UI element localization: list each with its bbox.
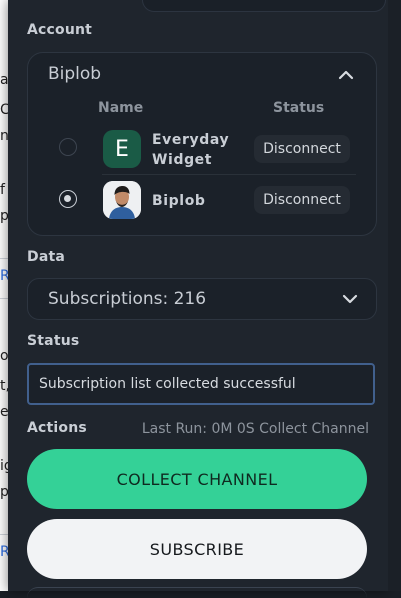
account-section-label: Account: [27, 22, 93, 38]
account-row: E Everyday Widget Disconnect: [52, 125, 356, 173]
subscribe-button[interactable]: SUBSCRIBE: [27, 519, 367, 579]
account-row: Biplob Disconnect: [52, 177, 356, 225]
avatar-photo: [103, 181, 141, 219]
account-radio-everyday-widget[interactable]: [59, 138, 77, 156]
collect-channel-button[interactable]: COLLECT CHANNEL: [27, 449, 367, 509]
disconnect-button[interactable]: Disconnect: [254, 135, 350, 163]
status-section-label: Status: [27, 333, 80, 349]
column-header-name: Name: [98, 100, 144, 116]
background-text: f: [0, 182, 5, 198]
status-input[interactable]: [27, 363, 375, 405]
account-radio-biplob[interactable]: [59, 190, 77, 208]
profile-photo-icon: [103, 181, 141, 219]
chevron-up-icon: [338, 70, 354, 80]
account-name: Everyday Widget: [152, 132, 230, 168]
subscriptions-select[interactable]: Subscriptions: 216: [27, 278, 377, 320]
scrollbar[interactable]: [388, 0, 401, 591]
last-run-text: Last Run: 0M 0S Collect Channel: [141, 421, 369, 437]
row-divider: [102, 174, 356, 175]
account-title: Biplob: [48, 64, 102, 84]
chevron-down-icon: [342, 294, 358, 304]
avatar: E: [103, 130, 141, 168]
collapse-button[interactable]: [334, 65, 358, 85]
data-section-label: Data: [27, 249, 66, 265]
actions-section-label: Actions: [27, 420, 87, 436]
column-header-status: Status: [273, 100, 325, 116]
select-value: Subscriptions: 216: [48, 289, 207, 309]
extension-panel: Account Biplob Name Status E Everyday Wi…: [8, 0, 388, 591]
account-card: Biplob Name Status E Everyday Widget Dis…: [27, 52, 377, 236]
account-name: Biplob: [152, 193, 206, 209]
top-dropdown-partial[interactable]: [142, 0, 386, 12]
next-button-partial[interactable]: [27, 587, 367, 598]
avatar-letter: E: [115, 136, 129, 162]
disconnect-button[interactable]: Disconnect: [254, 186, 350, 214]
